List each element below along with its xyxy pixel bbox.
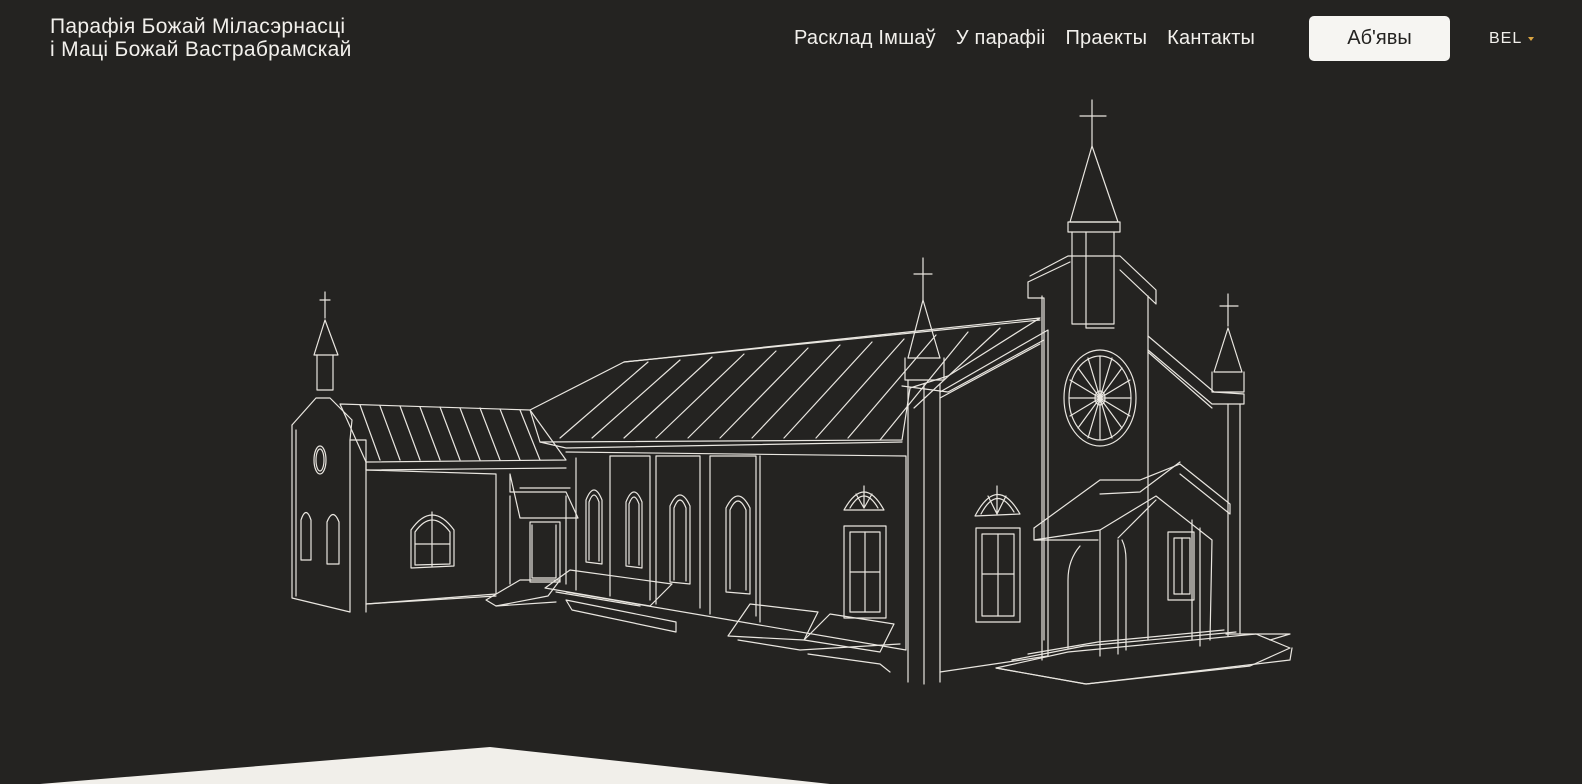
content-panel-edge (40, 747, 830, 784)
